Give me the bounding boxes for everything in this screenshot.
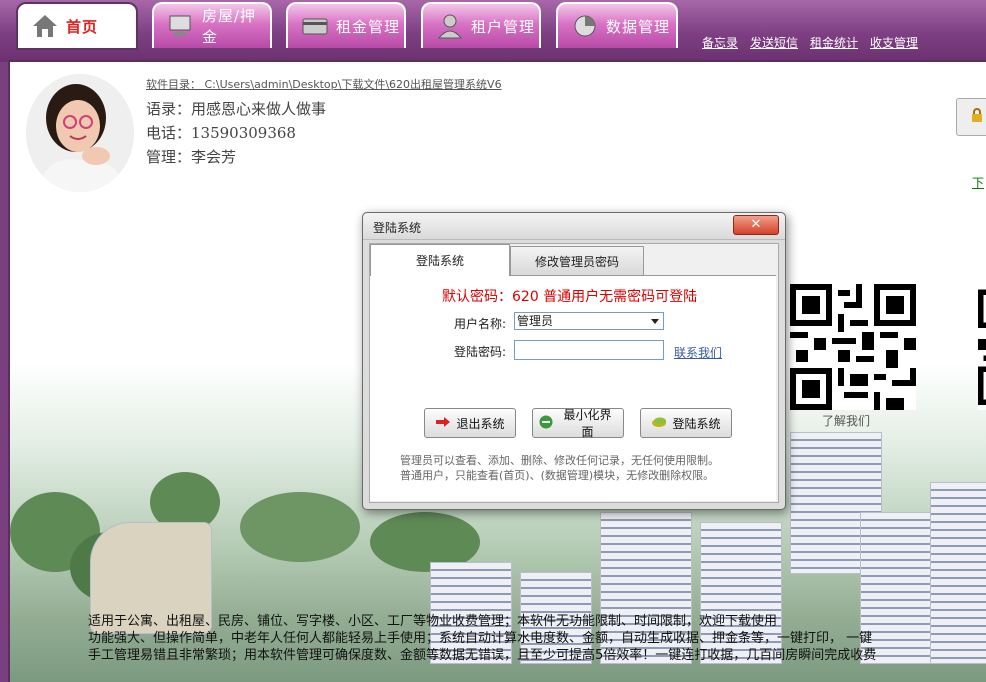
manager: 管理：李会芳 — [146, 146, 236, 167]
login-panel: 默认密码：620 普通用户无需密码可登陆 用户名称: 管理员 登陆密码: 联系我… — [370, 275, 776, 501]
link-sms[interactable]: 发送短信 — [750, 34, 798, 51]
user-icon — [435, 12, 465, 40]
tab-tenant[interactable]: 租户管理 — [421, 2, 541, 48]
card-icon — [300, 12, 330, 40]
avatar — [26, 74, 134, 192]
link-income-expense[interactable]: 收支管理 — [870, 34, 918, 51]
login-button[interactable]: 登陆系统 — [640, 408, 732, 438]
login-button-label: 登陆系统 — [672, 415, 720, 432]
minimize-button[interactable]: 最小化界面 — [532, 408, 624, 438]
lock-icon — [971, 108, 983, 122]
login-dialog: 登陆系统 ✕ 登陆系统 修改管理员密码 默认密码：620 普通用户无需密码可登陆… — [362, 212, 786, 510]
building — [930, 482, 986, 664]
contact-us-link[interactable]: 联系我们 — [674, 344, 722, 361]
phone: 电话：13590309368 — [146, 122, 296, 143]
top-links: 备忘录 发送短信 租金统计 收支管理 — [702, 34, 918, 51]
dialog-titlebar[interactable]: 登陆系统 ✕ — [363, 213, 785, 240]
default-password-hint: 默认密码：620 普通用户无需密码可登陆 — [442, 286, 697, 306]
password-input[interactable] — [514, 340, 664, 360]
tab-data[interactable]: 数据管理 — [556, 2, 678, 48]
motto: 语录：用感恩心来做人做事 — [146, 98, 326, 119]
tab-home-label: 首页 — [66, 16, 98, 37]
computer-icon — [166, 12, 196, 40]
home-icon — [30, 12, 60, 40]
qr-code — [790, 284, 916, 410]
link-memo[interactable]: 备忘录 — [702, 34, 738, 51]
key-icon — [651, 416, 667, 431]
username-value: 管理员 — [517, 314, 553, 328]
tab-data-label: 数据管理 — [606, 16, 670, 37]
link-rent-stats[interactable]: 租金统计 — [810, 34, 858, 51]
tab-rent-label: 租金管理 — [336, 16, 400, 37]
tree — [240, 492, 360, 562]
qr-caption: 了解我们 — [822, 412, 870, 429]
software-path: 软件目录： C:\Users\admin\Desktop\下载文件\620出租屋… — [146, 76, 502, 92]
tab-login[interactable]: 登陆系统 — [370, 244, 510, 276]
qr-code-partial — [978, 284, 986, 410]
tab-house-deposit[interactable]: 房屋/押金 — [152, 2, 272, 48]
dialog-title: 登陆系统 — [373, 219, 421, 236]
promo-line-3: 手工管理易错且非常繁琐；用本软件管理可确保度数、金额等数据无错误，且至少可提高5… — [88, 644, 876, 663]
close-button[interactable]: ✕ — [733, 215, 779, 235]
tab-house-deposit-label: 房屋/押金 — [202, 5, 270, 47]
lock-button[interactable] — [956, 98, 986, 136]
admin-note: 管理员可以查看、添加、删除、修改任何记录，无任何使用限制。 — [400, 452, 719, 468]
username-select[interactable]: 管理员 — [514, 312, 664, 330]
chevron-down-icon — [651, 319, 659, 324]
minimize-button-label: 最小化界面 — [558, 406, 617, 440]
tab-change-password[interactable]: 修改管理员密码 — [510, 246, 644, 276]
password-label: 登陆密码: — [454, 343, 506, 360]
exit-button[interactable]: 退出系统 — [424, 408, 516, 438]
download-link[interactable]: 下 — [972, 174, 984, 191]
minus-circle-icon — [539, 415, 553, 432]
tab-home[interactable]: 首页 — [16, 2, 138, 50]
user-note: 普通用户，只能查看(首页)、(数据管理)模块，无修改删除权限。 — [400, 467, 714, 483]
top-nav: 首页 房屋/押金 租金管理 租户管理 数据管理 备忘录 发送短信 租金统计 收支… — [0, 0, 986, 62]
tab-tenant-label: 租户管理 — [471, 16, 535, 37]
arrow-right-icon — [435, 416, 451, 431]
exit-button-label: 退出系统 — [456, 415, 504, 432]
dialog-body: 登陆系统 修改管理员密码 默认密码：620 普通用户无需密码可登陆 用户名称: … — [369, 243, 779, 503]
chart-icon — [570, 12, 600, 40]
username-label: 用户名称: — [454, 315, 506, 332]
tab-rent[interactable]: 租金管理 — [286, 2, 406, 48]
